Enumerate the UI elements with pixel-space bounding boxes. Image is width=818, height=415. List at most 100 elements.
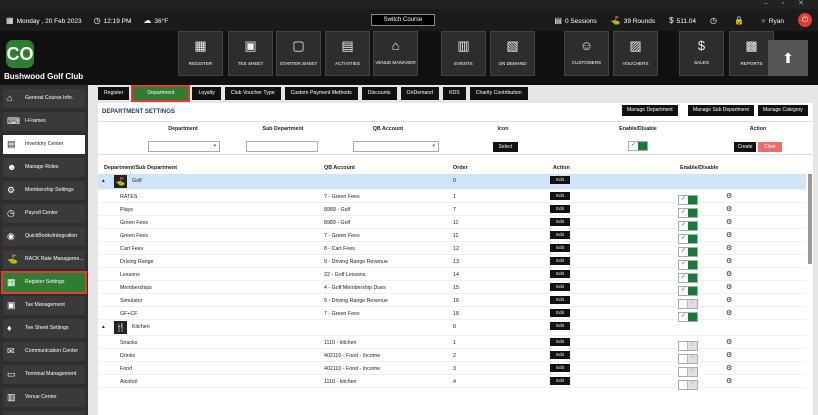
sidebar-item-terminal-management[interactable]: ▭ Terminal Management <box>3 365 85 384</box>
gear-icon[interactable]: ⚙ <box>726 296 732 304</box>
module-venue-manager-button[interactable]: ⌂ VENUE MANAGER <box>373 31 418 76</box>
gear-icon[interactable]: ⚙ <box>726 283 732 291</box>
edit-button[interactable]: Edit <box>550 270 570 278</box>
edit-button[interactable]: Edit <box>550 231 570 239</box>
edit-button[interactable]: Edit <box>550 283 570 291</box>
edit-button[interactable]: Edit <box>550 309 570 317</box>
edit-button[interactable]: Edit <box>550 257 570 265</box>
sidebar-item-quickbooksintegration[interactable]: ◉ QuickBooksIntegration <box>3 227 85 246</box>
sidebar-item-general-course-info[interactable]: ⌂ General Course Info. <box>3 89 85 108</box>
tab-club-voucher-type[interactable]: Club Voucher Type <box>224 87 281 100</box>
expand-caret-icon[interactable]: ▴ <box>102 178 105 184</box>
table-row[interactable]: Drinks 402110 - Food - Income 2 Edit ✕ ⚙ <box>98 349 806 364</box>
module-starter-sheet-button[interactable]: ▢ STARTER SHEET <box>276 31 321 76</box>
sidebar-item-communication-center[interactable]: ✉ Communication Center <box>3 342 85 361</box>
sidebar-item-payroll-center[interactable]: ◷ Payroll Center <box>3 204 85 223</box>
table-row[interactable]: ▴ ⛳ Golf 0 Edit <box>98 174 806 190</box>
tab-register[interactable]: Register <box>98 87 130 100</box>
table-scrollbar[interactable] <box>808 174 812 264</box>
gear-icon[interactable]: ⚙ <box>726 351 732 359</box>
module-events-button[interactable]: ▥ EVENTS <box>441 31 486 76</box>
table-row[interactable]: Simulator 9 - Driving Range Revenue 16 Edit… <box>98 294 806 309</box>
table-row[interactable]: GF+CF 7 - Green Fees 18 Edit ✓ ⚙ <box>98 307 806 322</box>
sidebar-item-membership-settings[interactable]: ⚙ Membership Settings <box>3 181 85 200</box>
module-sales-button[interactable]: $ SALES <box>679 31 724 76</box>
table-row[interactable]: Driving Range 9 - Driving Range Revenue 13… <box>98 255 806 270</box>
table-row[interactable]: Green Fees 7 - Green Fees 11 Edit ✓ ⚙ <box>98 229 806 244</box>
edit-button[interactable]: Edit <box>550 351 570 359</box>
new-enable-toggle[interactable]: ✓ <box>628 141 648 151</box>
manage-category-button[interactable]: Manage Category <box>758 105 808 116</box>
sub-department-input[interactable] <box>246 141 318 152</box>
gear-icon[interactable]: ⚙ <box>726 377 732 385</box>
tab-ondemand[interactable]: OnDemand <box>400 87 440 100</box>
window-controls[interactable]: – ▫ ✕ <box>764 0 810 7</box>
table-row[interactable]: Alcohol 1110 - kitchen 4 Edit ✕ ⚙ <box>98 375 806 390</box>
table-row[interactable]: Plays 8989 - Golf 7 Edit ✓ ⚙ <box>98 203 806 218</box>
edit-button[interactable]: Edit <box>550 244 570 252</box>
module-activities-button[interactable]: ▤ ACTIVITIES <box>325 31 370 76</box>
power-icon[interactable]: ⏻ <box>798 13 812 27</box>
gear-icon[interactable]: ⚙ <box>726 205 732 213</box>
clock-icon[interactable]: ◷ <box>710 16 717 25</box>
gear-icon[interactable]: ⚙ <box>726 364 732 372</box>
expand-caret-icon[interactable]: ▴ <box>102 324 105 330</box>
tab-custom-payment-methods[interactable]: Custom Payment Methods <box>284 87 358 100</box>
table-row[interactable]: RATES 7 - Green Fees 1 Edit ✓ ⚙ <box>98 190 806 205</box>
gear-icon[interactable]: ⚙ <box>726 218 732 226</box>
sidebar-item-register-settings[interactable]: ▦ Register Settings <box>1 271 87 294</box>
module-tee-sheet-button[interactable]: ▣ TEE SHEET <box>228 31 273 76</box>
module-customers-button[interactable]: ☺ CUSTOMERS <box>564 31 609 76</box>
table-row[interactable]: Green Fees 8989 - Golf 11 Edit ✓ ⚙ <box>98 216 806 231</box>
manage-sub-department-button[interactable]: Manage Sub Department <box>688 105 754 116</box>
edit-button[interactable]: Edit <box>550 296 570 304</box>
module-on-demand-button[interactable]: ▧ ON DEMAND <box>490 31 535 76</box>
switch-course-button[interactable]: Switch Course <box>371 14 435 26</box>
manage-department-button[interactable]: Manage Department <box>622 105 678 116</box>
sidebar-item-rack-rate-manageme[interactable]: ⛳ RACK Rate Manageme... <box>3 250 85 269</box>
gear-icon[interactable]: ⚙ <box>726 257 732 265</box>
sidebar-item-i-frames[interactable]: ⌨ I-Frames <box>3 112 85 131</box>
tab-discounts[interactable]: Discounts <box>361 87 397 100</box>
create-button[interactable]: Create <box>734 142 756 152</box>
user-display[interactable]: ● Ryan <box>761 16 784 25</box>
edit-button[interactable]: Edit <box>550 377 570 385</box>
qb-account-select[interactable]: ▾ <box>353 141 439 152</box>
gear-icon[interactable]: ⚙ <box>726 338 732 346</box>
edit-button[interactable]: Edit <box>550 322 570 330</box>
table-row[interactable]: Memberships 4 - Golf Membership Dues 15 Edi… <box>98 281 806 296</box>
table-row[interactable]: Cart Fees 8 - Cart Fees 12 Edit ✓ ⚙ <box>98 242 806 257</box>
table-row[interactable]: ▴ 🍴 Kitchen 0 Edit <box>98 320 806 336</box>
gear-icon[interactable]: ⚙ <box>726 231 732 239</box>
sidebar-item-manage-roles[interactable]: ☻ Manage Roles <box>3 158 85 177</box>
gear-icon[interactable]: ⚙ <box>726 244 732 252</box>
edit-button[interactable]: Edit <box>550 205 570 213</box>
lock-icon[interactable]: 🔒 <box>734 16 744 25</box>
clear-button[interactable]: Clear <box>758 142 782 152</box>
edit-button[interactable]: Edit <box>550 176 570 184</box>
sidebar-item-mobile-app[interactable]: ▯Mobile App <box>3 411 85 415</box>
table-row[interactable]: Food 402110 - Food - Income 3 Edit ✕ ⚙ <box>98 362 806 377</box>
department-select[interactable]: ▾ <box>148 141 220 152</box>
edit-button[interactable]: Edit <box>550 338 570 346</box>
sidebar-item-inventory-center[interactable]: ▤ Inventory Center <box>3 135 85 154</box>
table-row[interactable]: Snacks 1110 - kitchen 1 Edit ✕ ⚙ <box>98 336 806 351</box>
gear-icon[interactable]: ⚙ <box>726 309 732 317</box>
gear-icon[interactable]: ⚙ <box>726 270 732 278</box>
module-register-button[interactable]: ▦ REGISTER <box>178 31 223 76</box>
sidebar-item-tee-sheet-settings[interactable]: ♦ Tee Sheet Settings <box>3 319 85 338</box>
module-vouchers-button[interactable]: ▨ VOUCHERS <box>613 31 658 76</box>
tab-department[interactable]: Department <box>131 85 191 102</box>
sidebar-item-tax-management[interactable]: ▣ Tax Management <box>3 296 85 315</box>
edit-button[interactable]: Edit <box>550 192 570 200</box>
gear-icon[interactable]: ⚙ <box>726 192 732 200</box>
icon-select-button[interactable]: Select <box>493 142 518 152</box>
arrow-up-icon[interactable]: ⬆ <box>768 40 808 76</box>
tab-charity-contribution[interactable]: Charity Contribution <box>469 87 528 100</box>
sidebar-item-venue-center[interactable]: ▥ Venue Center <box>3 388 85 407</box>
tab-loyalty[interactable]: Loyalty <box>192 87 221 100</box>
edit-button[interactable]: Edit <box>550 364 570 372</box>
tab-kds[interactable]: KDS <box>443 87 466 100</box>
edit-button[interactable]: Edit <box>550 218 570 226</box>
table-row[interactable]: Lessons 22 - Golf Lessons 14 Edit ✓ ⚙ <box>98 268 806 283</box>
